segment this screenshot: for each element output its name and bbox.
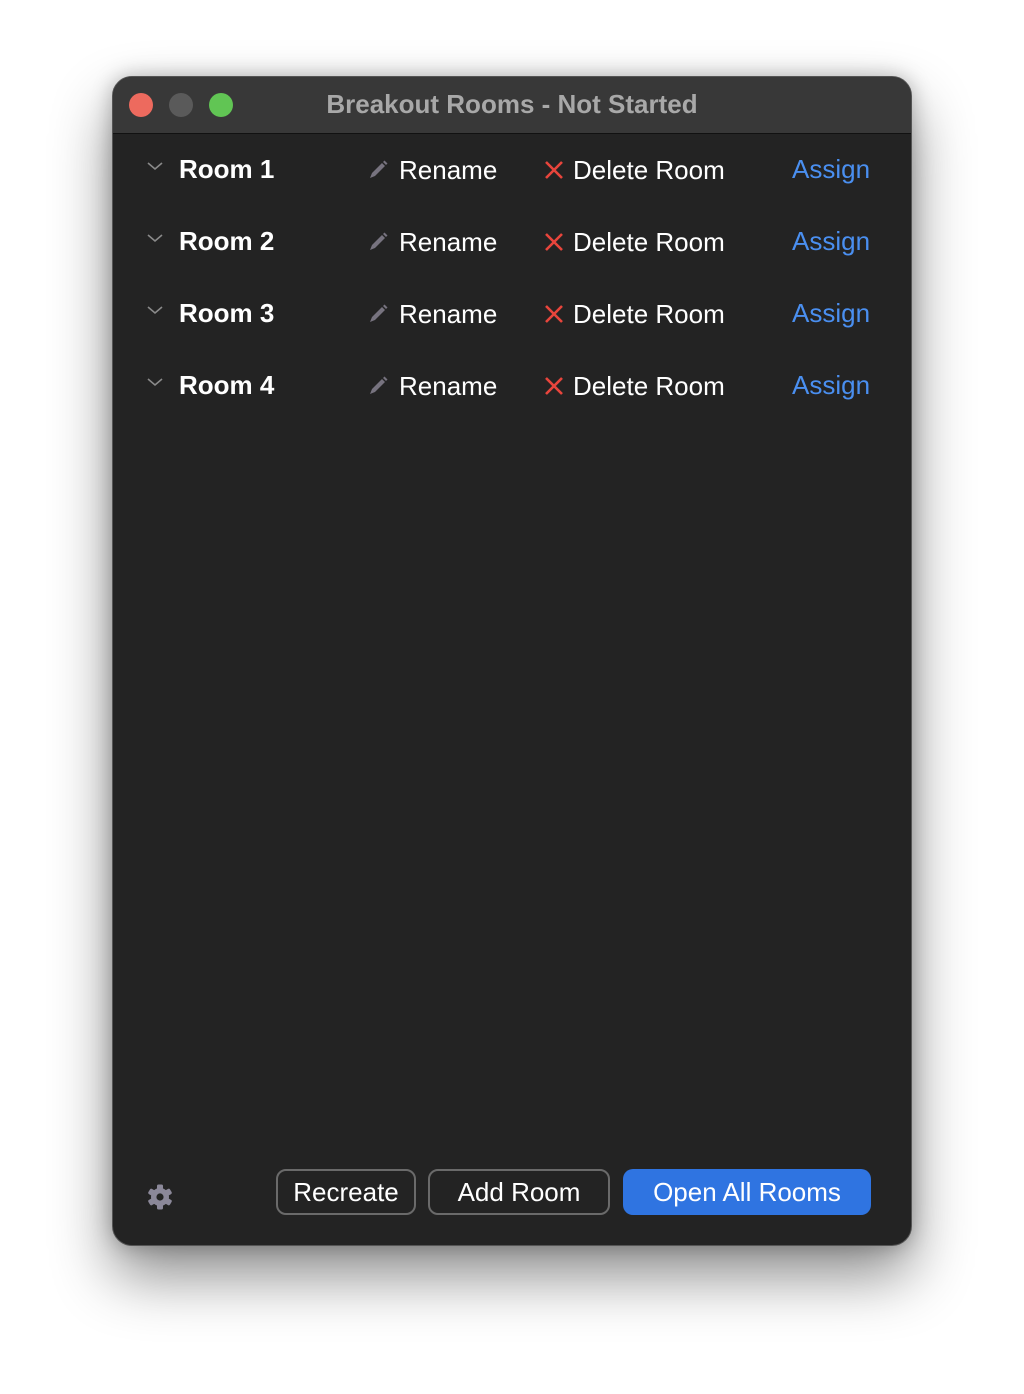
room-list: Room 1 Rename Delete Room Assign Room 2 … <box>113 134 911 422</box>
delete-room-button[interactable]: Delete Room <box>543 296 725 332</box>
pencil-icon <box>370 160 388 178</box>
footer-toolbar: Recreate Add Room Open All Rooms <box>113 1155 911 1245</box>
rename-button[interactable]: Rename <box>367 368 497 404</box>
room-row: Room 2 Rename Delete Room Assign <box>113 206 911 278</box>
open-all-rooms-button[interactable]: Open All Rooms <box>623 1169 871 1215</box>
room-name: Room 4 <box>179 370 275 400</box>
rename-button[interactable]: Rename <box>367 296 497 332</box>
x-icon <box>545 161 563 179</box>
pencil-icon <box>370 232 388 250</box>
rename-button[interactable]: Rename <box>367 224 497 260</box>
rename-label: Rename <box>399 370 498 401</box>
chevron-down-icon[interactable] <box>145 156 165 176</box>
room-name: Room 3 <box>179 298 275 328</box>
assign-link[interactable]: Assign <box>792 370 870 401</box>
room-name: Room 2 <box>179 226 275 256</box>
rename-label: Rename <box>399 226 498 257</box>
add-room-button[interactable]: Add Room <box>428 1169 610 1215</box>
title-bar[interactable]: Breakout Rooms - Not Started <box>113 77 911 134</box>
delete-room-button[interactable]: Delete Room <box>543 368 725 404</box>
recreate-button[interactable]: Recreate <box>276 1169 416 1215</box>
window-title: Breakout Rooms - Not Started <box>326 89 698 119</box>
rename-button[interactable]: Rename <box>367 152 497 188</box>
chevron-down-icon[interactable] <box>145 228 165 248</box>
assign-link[interactable]: Assign <box>792 298 870 329</box>
breakout-rooms-window: Breakout Rooms - Not Started Room 1 Rena… <box>112 76 912 1246</box>
delete-room-button[interactable]: Delete Room <box>543 224 725 260</box>
delete-room-label: Delete Room <box>573 370 725 401</box>
pencil-icon <box>370 304 388 322</box>
room-row: Room 1 Rename Delete Room Assign <box>113 134 911 206</box>
assign-link[interactable]: Assign <box>792 154 870 185</box>
room-name: Room 1 <box>179 154 275 184</box>
rename-label: Rename <box>399 154 498 185</box>
room-row: Room 4 Rename Delete Room Assign <box>113 350 911 422</box>
x-icon <box>545 233 563 251</box>
pencil-icon <box>370 376 388 394</box>
delete-room-button[interactable]: Delete Room <box>543 152 725 188</box>
chevron-down-icon[interactable] <box>145 300 165 320</box>
delete-room-label: Delete Room <box>573 154 725 185</box>
x-icon <box>545 377 563 395</box>
room-row: Room 3 Rename Delete Room Assign <box>113 278 911 350</box>
chevron-down-icon[interactable] <box>145 372 165 392</box>
gear-icon[interactable] <box>146 1183 174 1211</box>
x-icon <box>545 305 563 323</box>
assign-link[interactable]: Assign <box>792 226 870 257</box>
delete-room-label: Delete Room <box>573 298 725 329</box>
delete-room-label: Delete Room <box>573 226 725 257</box>
rename-label: Rename <box>399 298 498 329</box>
